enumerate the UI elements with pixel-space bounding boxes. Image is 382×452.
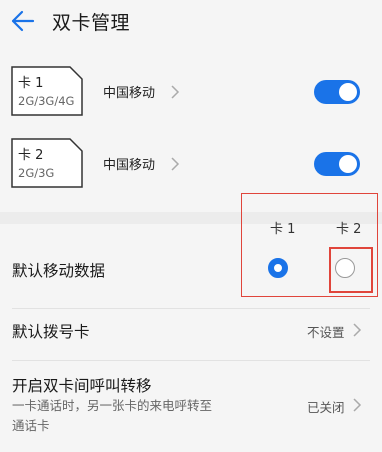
call-forward-description-line1: 一卡通话时，另一张卡的来电呼转至 [12,398,213,413]
back-arrow-icon[interactable] [8,7,36,35]
chevron-right-icon[interactable] [170,156,180,172]
sim-card-icon: 卡 2 2G/3G [11,138,83,188]
divider [12,360,370,361]
sim-name: 卡 1 [18,76,44,91]
call-forward-label[interactable]: 开启双卡间呼叫转移 [12,374,152,396]
sim-toggle[interactable] [314,80,360,104]
default-mobile-data-label: 默认移动数据 [12,262,106,280]
chevron-right-icon[interactable] [170,84,180,100]
default-dial-card-value[interactable]: 不设置 [307,322,345,341]
chevron-right-icon[interactable] [352,322,362,338]
sim-toggle[interactable] [314,152,360,176]
sim-bands: 2G/3G [18,166,55,180]
toggle-knob [339,155,357,173]
page-title: 双卡管理 [52,12,131,34]
divider [12,308,370,309]
sim-carrier[interactable]: 中国移动 [103,154,155,173]
default-dial-card-label[interactable]: 默认拨号卡 [12,320,90,342]
header-bar: 双卡管理 [0,0,382,44]
highlight-box-sim2 [329,247,373,293]
sim-card-icon: 卡 1 2G/3G/4G [11,66,83,116]
sim-name: 卡 2 [18,148,44,163]
sim-bands: 2G/3G/4G [18,94,75,108]
toggle-knob [339,83,357,101]
call-forward-value[interactable]: 已关闭 [307,397,345,416]
sim-carrier[interactable]: 中国移动 [103,82,155,101]
call-forward-description-line2: 通话卡 [12,418,50,433]
chevron-right-icon[interactable] [352,397,362,413]
